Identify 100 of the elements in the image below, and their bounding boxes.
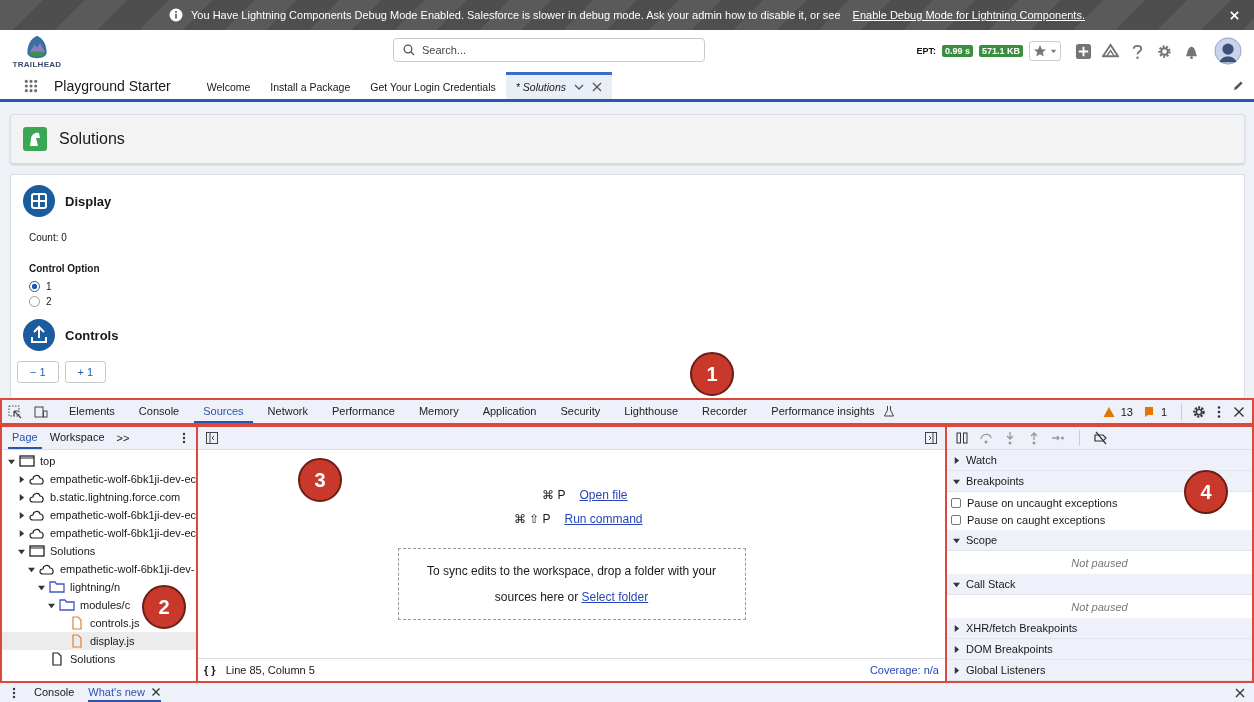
radio-button[interactable] [29,281,40,292]
expanded-arrow-icon[interactable] [8,457,15,465]
issue-icon[interactable] [1142,405,1155,418]
cloud-icon [29,490,45,504]
settings-icon[interactable] [1192,404,1206,419]
chevron-down-icon[interactable] [574,82,584,92]
section-header[interactable]: Scope [947,530,1252,551]
collapsed-arrow-icon[interactable] [18,529,25,537]
devtools-tab[interactable]: Performance insights [762,400,904,423]
checkbox-label: Pause on caught exceptions [967,513,1106,526]
navigator-tab[interactable]: Workspace [45,427,109,449]
coverage-status[interactable]: Coverage: n/a [869,664,939,676]
tree-item[interactable]: lightning/n [2,578,123,596]
expanded-arrow-icon[interactable] [28,565,35,573]
counter-button[interactable]: + 1 [64,361,107,383]
devtools-tab[interactable]: Elements [60,400,124,423]
tree-item[interactable]: empathetic-wolf-6bk1ji-dev-ec [2,524,196,542]
tree-item[interactable]: Solutions [2,650,118,668]
expanded-arrow-icon[interactable] [48,601,55,609]
mountain-icon[interactable] [1102,42,1119,60]
inspect-icon[interactable] [8,404,22,419]
close-icon[interactable] [1234,686,1246,699]
select-folder-link[interactable]: Select folder [581,590,649,604]
avatar[interactable] [1214,37,1242,65]
devtools-tab[interactable]: Memory [409,400,468,423]
collapsed-arrow-icon[interactable] [18,475,25,483]
devtools-tab[interactable]: Recorder [693,400,757,423]
devtools-tab[interactable]: Application [473,400,546,423]
close-icon[interactable] [1232,404,1246,419]
expanded-arrow-icon[interactable] [18,547,25,555]
devtools-tab[interactable]: Performance [322,400,404,423]
tree-item[interactable]: modules/c [2,596,133,614]
section-header[interactable]: Global Listeners [947,660,1252,681]
knight-icon [23,127,47,151]
pencil-icon[interactable] [1233,80,1244,91]
devtools-tab[interactable]: Console [129,400,189,423]
tree-item[interactable]: empathetic-wolf-6bk1ji-dev- [2,560,196,578]
devtools-tab[interactable]: Sources [194,400,253,423]
warning-count[interactable]: 13 [1120,405,1133,418]
devtools-tab[interactable]: Security [551,400,610,423]
cloud-icon [39,562,55,576]
tree-item[interactable]: Solutions [2,542,98,560]
tree-item[interactable]: controls.js [2,614,142,632]
nav-tab[interactable]: Get Your Login Credentials [360,72,506,99]
section-header[interactable]: Call Stack [947,574,1252,595]
star-icon [1033,44,1047,58]
logo-text: TRAILHEAD [12,59,62,69]
tree-item[interactable]: empathetic-wolf-6bk1ji-dev-ec [2,506,196,524]
checkbox[interactable] [951,514,961,525]
sidebar-toggle-icon[interactable] [206,432,218,444]
pause-icon[interactable] [955,431,969,445]
devtools-tab[interactable]: Lighthouse [615,400,688,423]
tree-item[interactable]: top [2,452,58,470]
tree-item[interactable]: display.js [2,632,196,650]
status-message: Not paused [1071,600,1128,613]
tree-item[interactable]: empathetic-wolf-6bk1ji-dev-ec [2,470,196,488]
ept-label: EPT: [916,46,936,56]
collapsed-arrow-icon[interactable] [18,511,25,519]
frame-icon [19,454,35,468]
drop-zone[interactable]: To sync edits to the workspace, drop a folder with your sources here or Select folder [397,548,746,620]
radio-label: 2 [46,296,52,307]
ept-size-badge: 571.1 KB [978,45,1023,57]
close-icon[interactable] [150,686,161,697]
counter-button[interactable]: − 1 [17,361,59,383]
checkbox[interactable] [951,497,961,508]
close-icon[interactable] [592,82,602,92]
checkbox-label: Pause on uncaught exceptions [967,496,1118,509]
drawer-tab[interactable]: Console [34,683,75,702]
nav-tab[interactable]: Install a Package [260,72,361,99]
favorites-button[interactable] [1029,41,1061,61]
section-header[interactable]: Watch [947,450,1252,471]
collapsed-arrow-icon[interactable] [18,493,25,501]
more-tabs-button[interactable]: >> [112,432,134,444]
warning-icon[interactable] [1102,405,1115,418]
devtools-tab[interactable]: Network [258,400,317,423]
file-icon [69,634,85,648]
device-icon[interactable] [34,404,48,419]
section-header[interactable]: DOM Breakpoints [947,639,1252,660]
nav-tab[interactable]: Welcome [196,72,261,99]
expanded-arrow-icon[interactable] [38,583,45,591]
pretty-print-button[interactable]: { } [204,664,216,676]
nav-tab[interactable]: * Solutions [505,72,612,99]
tree-item[interactable]: b.static.lightning.force.com [2,488,183,506]
app-launcher-icon[interactable] [24,78,38,93]
cloud-icon [29,472,45,486]
add-icon[interactable] [1075,42,1092,60]
shortcut-link[interactable]: Run command [564,512,643,526]
debug-mode-link[interactable]: Enable Debug Mode for Lightning Components. [852,9,1085,21]
document-icon [49,652,65,666]
cloud-icon [29,526,45,540]
drawer-tab[interactable]: What's new [88,683,161,702]
issue-count[interactable]: 1 [1160,405,1167,418]
navigator-tab[interactable]: Page [8,427,42,449]
search-field[interactable]: Search... [393,38,705,62]
shortcut-link[interactable]: Open file [579,488,628,502]
flask-icon [882,404,895,417]
section-header[interactable]: XHR/fetch Breakpoints [947,618,1252,639]
mountain-badge-icon[interactable] [25,33,49,60]
deactivate-breakpoints-icon[interactable] [1094,431,1108,445]
sidebar-toggle-icon[interactable] [925,432,937,444]
